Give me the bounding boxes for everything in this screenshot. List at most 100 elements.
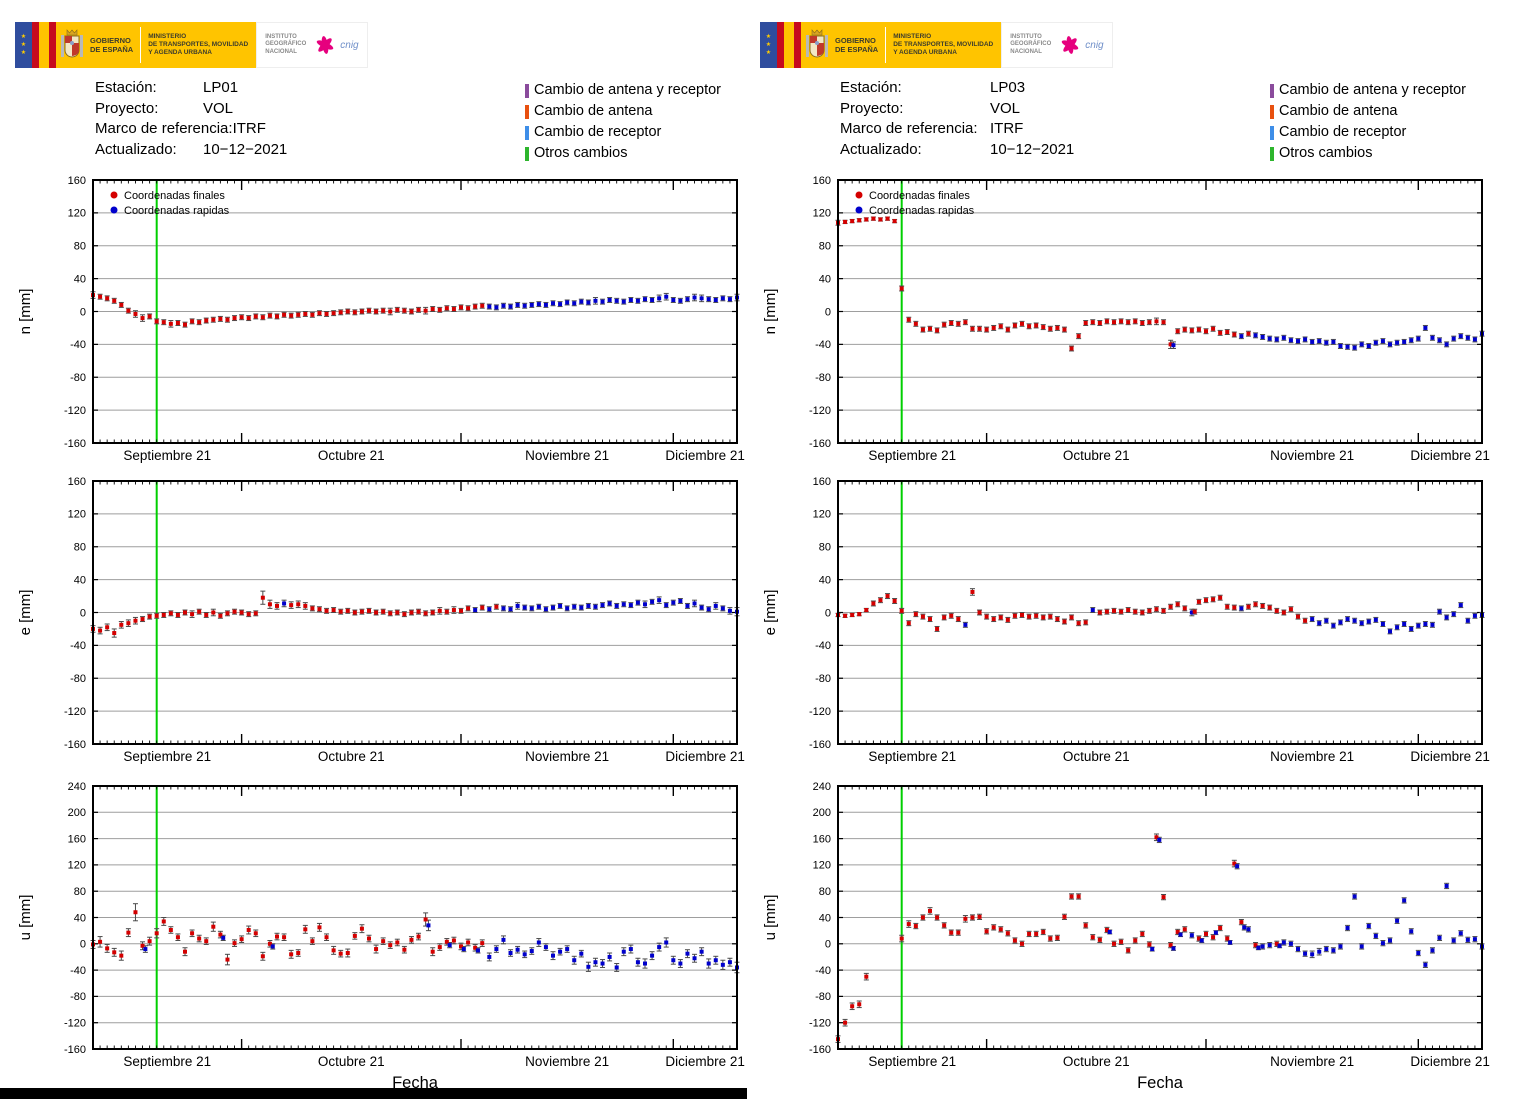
flag-red-stripe [32, 22, 39, 68]
svg-text:Septiembre 21: Septiembre 21 [868, 1054, 956, 1069]
svg-text:Septiembre 21: Septiembre 21 [123, 1054, 211, 1069]
svg-text:-80: -80 [815, 372, 831, 384]
coat-of-arms-icon [60, 27, 84, 63]
svg-text:-40: -40 [70, 640, 86, 652]
svg-text:Noviembre 21: Noviembre 21 [525, 1054, 609, 1069]
gobierno-text: GOBIERNO DE ESPAÑA [835, 36, 878, 54]
svg-text:40: 40 [819, 912, 831, 924]
svg-text:240: 240 [68, 781, 86, 793]
station-info: Estación:LP01 Proyecto:VOL Marco de refe… [95, 78, 287, 160]
svg-text:Noviembre 21: Noviembre 21 [525, 749, 609, 764]
ministry-banner: GOBIERNO DE ESPAÑA MINISTERIO DE TRANSPO… [56, 22, 256, 68]
gobierno-logo: ★ ★ ★ GOBIERNO DE ESPAÑA MINISTERIO DE T… [15, 22, 368, 68]
event-legend: Cambio de antena y receptor Cambio de an… [525, 80, 721, 164]
svg-text:-80: -80 [815, 991, 831, 1003]
svg-text:0: 0 [80, 306, 86, 318]
svg-text:Noviembre 21: Noviembre 21 [1270, 749, 1354, 764]
svg-text:Septiembre 21: Septiembre 21 [868, 749, 956, 764]
cnig-text: cnig [340, 40, 358, 51]
event-legend: Cambio de antena y receptor Cambio de an… [1270, 80, 1466, 164]
proyecto-value: VOL [203, 99, 233, 120]
actualizado-label: Actualizado: [95, 140, 203, 161]
svg-text:Coordenadas finales: Coordenadas finales [124, 190, 225, 202]
svg-text:-40: -40 [815, 339, 831, 351]
svg-text:u [mm]: u [mm] [762, 895, 779, 941]
svg-text:Diciembre 21: Diciembre 21 [1410, 749, 1490, 764]
svg-text:-120: -120 [64, 706, 86, 718]
svg-text:Noviembre 21: Noviembre 21 [525, 448, 609, 463]
station-info: Estación:LP03 Proyecto:VOL Marco de refe… [840, 78, 1074, 160]
chart-lp03-e: 16012080400-40-80-120-160Septiembre 21Oc… [745, 471, 1513, 771]
svg-text:Septiembre 21: Septiembre 21 [123, 448, 211, 463]
svg-text:200: 200 [813, 807, 831, 819]
svg-text:0: 0 [80, 607, 86, 619]
proyecto-label: Proyecto: [95, 99, 203, 120]
svg-text:0: 0 [825, 939, 831, 951]
svg-text:Diciembre 21: Diciembre 21 [665, 749, 745, 764]
flag-stars-stripe: ★ ★ ★ [15, 22, 32, 68]
bottom-black-bar [0, 1088, 747, 1099]
chart-svg: 24020016012080400-40-80-120-160Septiembr… [0, 776, 768, 1099]
svg-text:40: 40 [74, 273, 86, 285]
svg-text:160: 160 [813, 476, 831, 488]
ign-splash-icon [314, 34, 336, 56]
svg-text:n [mm]: n [mm] [17, 289, 34, 335]
svg-text:-160: -160 [809, 1044, 831, 1056]
svg-text:Octubre 21: Octubre 21 [1063, 448, 1130, 463]
station-panel-lp01: ★ ★ ★ GOBIERNO DE ESPAÑA MINISTERIO DE T… [0, 0, 768, 1099]
svg-text:80: 80 [74, 542, 86, 554]
svg-text:Diciembre 21: Diciembre 21 [1410, 448, 1490, 463]
svg-text:-160: -160 [64, 438, 86, 450]
svg-text:-120: -120 [64, 405, 86, 417]
marco-label: Marco de referencia: [95, 119, 233, 140]
ign-logo-box: INSTITUTO GEOGRÁFICO NACIONAL cnig [1001, 22, 1112, 68]
star-icon: ★ [766, 34, 771, 40]
flag-red-stripe [794, 22, 801, 68]
estacion-value: LP01 [203, 78, 238, 99]
star-icon: ★ [21, 34, 26, 40]
estacion-label: Estación: [95, 78, 203, 99]
chart-svg: 16012080400-40-80-120-160Coordenadas fin… [745, 170, 1513, 470]
instituto-text: INSTITUTO GEOGRÁFICO NACIONAL [265, 34, 306, 57]
svg-text:-40: -40 [70, 339, 86, 351]
svg-text:Septiembre 21: Septiembre 21 [868, 448, 956, 463]
svg-text:120: 120 [813, 208, 831, 220]
svg-text:-160: -160 [809, 438, 831, 450]
svg-text:160: 160 [68, 476, 86, 488]
antena-receptor-color-bar [1270, 84, 1274, 98]
actualizado-value: 10−12−2021 [203, 140, 287, 161]
svg-text:-40: -40 [815, 965, 831, 977]
chart-svg: 16012080400-40-80-120-160Septiembre 21Oc… [745, 471, 1513, 771]
station-panel-lp03: ★ ★ ★ GOBIERNO DE ESPAÑA MINISTERIO DE T… [745, 0, 1513, 1099]
antena-color-bar [525, 105, 529, 119]
svg-text:160: 160 [813, 833, 831, 845]
chart-lp01-u: 24020016012080400-40-80-120-160Septiembr… [0, 776, 768, 1099]
chart-lp01-n: 16012080400-40-80-120-160Coordenadas fin… [0, 170, 768, 470]
ministerio-text: MINISTERIO DE TRANSPORTES, MOVILIDAD Y A… [893, 33, 993, 57]
otros-color-bar [1270, 147, 1274, 161]
svg-text:120: 120 [68, 860, 86, 872]
svg-text:160: 160 [813, 175, 831, 187]
legend-label: Cambio de receptor [534, 122, 661, 143]
gobierno-text: GOBIERNO DE ESPAÑA [90, 36, 133, 54]
svg-text:-160: -160 [64, 739, 86, 751]
proyecto-value: VOL [990, 99, 1020, 120]
flag-red-stripe [777, 22, 784, 68]
svg-text:40: 40 [74, 574, 86, 586]
svg-text:120: 120 [813, 860, 831, 872]
svg-text:80: 80 [819, 241, 831, 253]
antena-color-bar [1270, 105, 1274, 119]
svg-text:Octubre 21: Octubre 21 [318, 749, 385, 764]
svg-text:80: 80 [819, 542, 831, 554]
svg-text:-120: -120 [809, 706, 831, 718]
svg-text:Noviembre 21: Noviembre 21 [1270, 448, 1354, 463]
svg-text:-160: -160 [809, 739, 831, 751]
svg-text:-80: -80 [70, 991, 86, 1003]
svg-text:200: 200 [68, 807, 86, 819]
svg-text:Fecha: Fecha [1137, 1074, 1184, 1092]
chart-svg: 16012080400-40-80-120-160Coordenadas fin… [0, 170, 768, 470]
antena-receptor-color-bar [525, 84, 529, 98]
star-icon: ★ [21, 50, 26, 56]
legend-label: Otros cambios [534, 143, 627, 164]
svg-text:-160: -160 [64, 1044, 86, 1056]
